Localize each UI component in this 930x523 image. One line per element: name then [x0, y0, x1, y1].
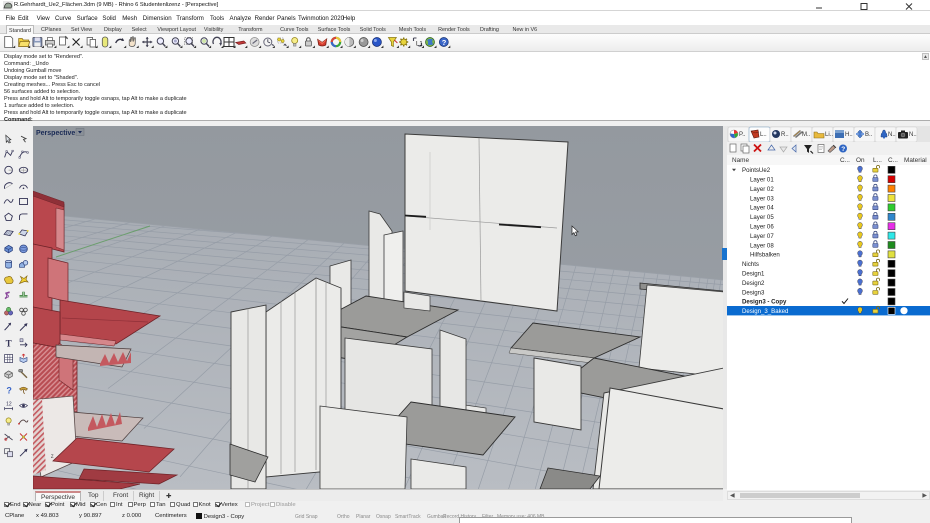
svg-text:?: ?	[841, 146, 845, 153]
svg-text:Design1: Design1	[742, 271, 765, 278]
svg-text:Layer 05: Layer 05	[750, 214, 774, 221]
svg-text:L1: L1	[416, 42, 423, 48]
svg-text:Layer 06: Layer 06	[750, 224, 774, 231]
svg-text:N..: N..	[909, 132, 917, 138]
svg-text:z: z	[51, 454, 54, 460]
svg-text:B..: B..	[865, 132, 873, 138]
svg-text:?: ?	[6, 385, 12, 395]
svg-text:Nichts: Nichts	[742, 261, 759, 268]
svg-text:H..: H..	[845, 132, 853, 138]
svg-text:Li..: Li..	[825, 132, 833, 138]
svg-text:Layer 03: Layer 03	[750, 195, 774, 202]
svg-text:?: ?	[442, 38, 447, 47]
svg-text:R..: R..	[781, 132, 789, 138]
svg-text:T: T	[6, 338, 12, 348]
svg-text:Design3 - Copy: Design3 - Copy	[742, 299, 787, 306]
svg-text:Design2: Design2	[742, 280, 765, 287]
svg-text:M..: M..	[802, 132, 811, 138]
svg-text:Layer 01: Layer 01	[750, 177, 774, 184]
svg-text:12: 12	[6, 402, 12, 408]
svg-text:Layer 08: Layer 08	[750, 242, 774, 249]
svg-text:Layer 04: Layer 04	[750, 205, 774, 212]
svg-text:L..: L..	[760, 132, 767, 138]
svg-text:P..: P..	[739, 132, 746, 138]
svg-text:Layer 02: Layer 02	[750, 186, 774, 193]
svg-text:Hilfsbalken: Hilfsbalken	[750, 252, 780, 259]
svg-text:PointsUe2: PointsUe2	[742, 167, 771, 174]
svg-text:N..: N..	[888, 132, 896, 138]
svg-text:Layer 07: Layer 07	[750, 233, 774, 240]
svg-text:Design_3_Baked: Design_3_Baked	[742, 308, 788, 315]
svg-text:Design3: Design3	[742, 289, 765, 296]
svg-text:Perspective: Perspective	[36, 130, 75, 137]
